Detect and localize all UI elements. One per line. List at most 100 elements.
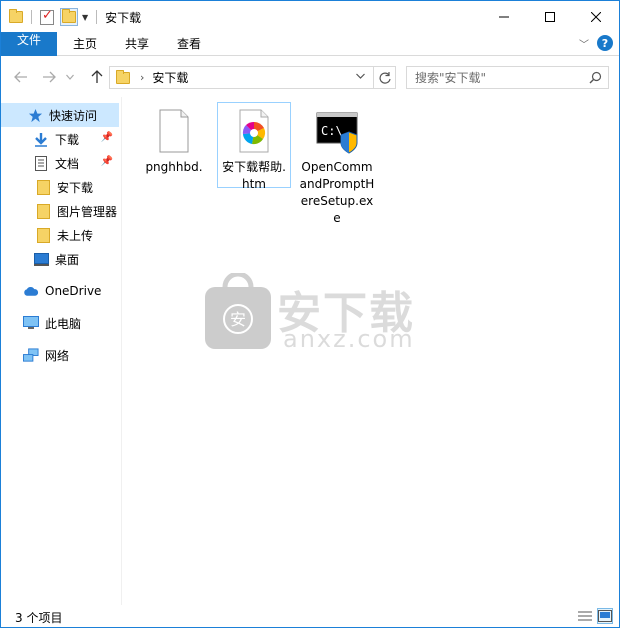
forward-button[interactable] bbox=[39, 67, 59, 87]
address-bar[interactable]: › 安下载 bbox=[109, 66, 396, 89]
folder-icon bbox=[35, 179, 51, 195]
explorer-window: ▼ 安下载 文件 主页 共享 查看 ﹀ ? bbox=[0, 0, 620, 628]
desktop-icon bbox=[33, 251, 49, 267]
pin-icon[interactable]: 📌 bbox=[101, 132, 113, 143]
download-icon bbox=[33, 131, 49, 147]
new-folder-icon bbox=[62, 9, 76, 23]
pin-icon[interactable]: 📌 bbox=[101, 156, 113, 167]
file-item-help-htm[interactable]: 安下载帮助.htm bbox=[217, 102, 291, 191]
nav-item-label: OneDrive bbox=[45, 284, 102, 298]
tab-file[interactable]: 文件 bbox=[1, 32, 57, 56]
ribbon-tabs: 文件 主页 共享 查看 ﹀ ? bbox=[1, 32, 619, 56]
nav-item-anxiazai[interactable]: 安下载 bbox=[1, 175, 119, 199]
folder-icon bbox=[35, 227, 51, 243]
item-count: 3 个项目 bbox=[15, 611, 63, 625]
window-controls bbox=[481, 1, 619, 32]
large-icons-view-button[interactable] bbox=[597, 608, 613, 624]
refresh-icon bbox=[378, 71, 391, 84]
ribbon-right-controls: ﹀ ? bbox=[579, 35, 613, 51]
nav-item-onedrive[interactable]: OneDrive bbox=[1, 279, 119, 303]
title-bar: ▼ 安下载 bbox=[1, 1, 619, 32]
nav-item-label: 下载 bbox=[55, 132, 80, 147]
search-box[interactable] bbox=[406, 66, 609, 89]
chevron-down-icon bbox=[356, 73, 365, 79]
tab-view[interactable]: 查看 bbox=[167, 32, 211, 56]
tab-share[interactable]: 共享 bbox=[115, 32, 159, 56]
folder-icon bbox=[116, 69, 130, 84]
file-list-area[interactable]: pnghhbd. 安下载帮助.htm C:\ OpenCommandPrompt… bbox=[123, 97, 619, 605]
breadcrumb-separator-icon[interactable]: › bbox=[140, 71, 144, 84]
watermark-subtext: anxz.com bbox=[283, 325, 415, 353]
close-button[interactable] bbox=[573, 1, 619, 32]
tab-home[interactable]: 主页 bbox=[63, 32, 107, 56]
folder-icon bbox=[35, 203, 51, 219]
file-item-opencmd-setup[interactable]: C:\ OpenCommandPromptHereSetup.exe bbox=[297, 103, 377, 227]
nav-item-desktop[interactable]: 桌面 bbox=[1, 247, 119, 271]
title-divider bbox=[96, 10, 98, 24]
nav-item-label: 此电脑 bbox=[45, 316, 82, 331]
nav-item-label: 快速访问 bbox=[49, 108, 98, 123]
nav-item-image-manager[interactable]: 图片管理器 bbox=[1, 199, 119, 223]
watermark-logo: 安 安下载 anxz.com bbox=[203, 273, 433, 353]
up-button[interactable] bbox=[87, 67, 107, 87]
expand-ribbon-chevron-icon[interactable]: ﹀ bbox=[579, 36, 589, 51]
nav-item-label: 安下载 bbox=[57, 180, 94, 195]
nav-item-quick-access[interactable]: 快速访问 bbox=[1, 103, 119, 127]
nav-item-label: 图片管理器 bbox=[57, 204, 118, 219]
details-view-button[interactable] bbox=[577, 608, 593, 624]
search-icon[interactable] bbox=[589, 71, 602, 84]
forward-arrow-icon bbox=[43, 71, 56, 83]
file-name: OpenCommandPromptHereSetup.exe bbox=[299, 160, 375, 225]
nav-item-label: 网络 bbox=[45, 348, 70, 363]
browser-file-icon bbox=[230, 107, 278, 155]
nav-item-documents[interactable]: 文档 📌 bbox=[1, 151, 119, 175]
back-button[interactable] bbox=[11, 67, 31, 87]
help-icon[interactable]: ? bbox=[597, 35, 613, 51]
search-input[interactable] bbox=[415, 69, 585, 86]
folder-icon bbox=[9, 9, 23, 23]
file-item-pnghhbd[interactable]: pnghhbd. bbox=[137, 103, 211, 176]
quick-access-toolbar: ▼ 安下载 bbox=[9, 7, 141, 27]
view-switcher bbox=[577, 608, 613, 624]
watermark-badge-char: 安 bbox=[230, 310, 246, 329]
file-name: 安下载帮助.htm bbox=[222, 160, 286, 191]
nav-item-label: 未上传 bbox=[57, 228, 94, 243]
navigation-bar: › 安下载 bbox=[1, 57, 619, 97]
cloud-icon bbox=[23, 283, 39, 299]
computer-icon bbox=[23, 315, 39, 331]
chevron-down-icon bbox=[66, 74, 74, 80]
blank-file-icon bbox=[150, 107, 198, 155]
large-icons-view-icon bbox=[598, 610, 612, 622]
star-icon bbox=[27, 107, 43, 123]
status-bar: 3 个项目 bbox=[1, 605, 619, 627]
properties-icon[interactable] bbox=[40, 8, 54, 25]
maximize-button[interactable] bbox=[527, 1, 573, 32]
details-view-icon bbox=[578, 611, 592, 621]
document-icon bbox=[33, 155, 49, 171]
nav-item-downloads[interactable]: 下载 📌 bbox=[1, 127, 119, 151]
window-title: 安下载 bbox=[105, 10, 142, 25]
nav-item-label: 文档 bbox=[55, 156, 80, 171]
new-folder-button[interactable] bbox=[60, 8, 78, 26]
minimize-button[interactable] bbox=[481, 1, 527, 32]
customize-toolbar-dropdown[interactable]: ▼ bbox=[82, 13, 88, 22]
maximize-icon bbox=[545, 11, 555, 22]
svg-text:C:\: C:\ bbox=[321, 124, 343, 138]
nav-item-network[interactable]: 网络 bbox=[1, 343, 119, 367]
refresh-button[interactable] bbox=[373, 67, 395, 88]
nav-item-not-uploaded[interactable]: 未上传 bbox=[1, 223, 119, 247]
nav-item-label: 桌面 bbox=[55, 252, 80, 267]
network-icon bbox=[23, 347, 39, 363]
back-arrow-icon bbox=[14, 71, 27, 83]
toolbar-divider bbox=[31, 10, 32, 24]
close-icon bbox=[591, 11, 601, 22]
file-name: pnghhbd. bbox=[145, 160, 203, 174]
address-history-dropdown[interactable] bbox=[356, 71, 365, 82]
breadcrumb-item[interactable]: 安下载 bbox=[152, 69, 188, 86]
up-arrow-icon bbox=[91, 70, 103, 83]
cmd-installer-icon: C:\ bbox=[313, 107, 361, 155]
recent-locations-dropdown[interactable] bbox=[63, 67, 77, 87]
minimize-icon bbox=[499, 16, 509, 17]
nav-item-this-pc[interactable]: 此电脑 bbox=[1, 311, 119, 335]
watermark-bag-icon: 安 bbox=[205, 273, 271, 349]
